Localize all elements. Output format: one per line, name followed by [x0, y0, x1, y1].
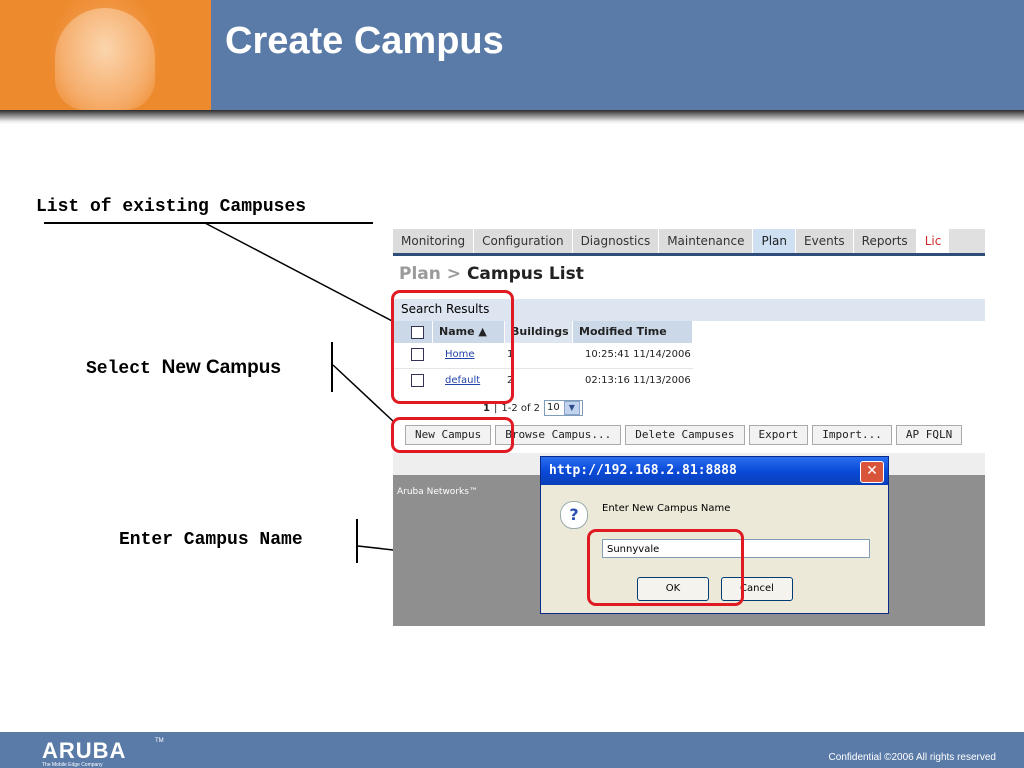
callout-line-new-campus — [332, 364, 395, 423]
confidential-notice: Confidential ©2006 All rights reserved — [828, 752, 996, 763]
current-page[interactable]: 1 — [483, 403, 490, 414]
aruba-logo: ARUBA — [42, 738, 127, 763]
tab-diagnostics[interactable]: Diagnostics — [572, 229, 660, 253]
header-buildings[interactable]: Buildings — [505, 321, 573, 343]
buildings-count: 2 — [507, 375, 514, 386]
browse-campus-button[interactable]: Browse Campus... — [495, 425, 622, 445]
import-button[interactable]: Import... — [812, 425, 892, 445]
annotation-bracket-select — [331, 342, 333, 392]
page-title: Campus List — [466, 264, 584, 284]
question-icon: ? — [560, 501, 588, 529]
annotation-select: Select New Campus — [86, 357, 281, 379]
face-shape — [55, 8, 155, 110]
logo-tagline: The Mobile Edge Company — [42, 762, 103, 768]
tab-licensing[interactable]: Lic — [916, 229, 950, 253]
tab-plan[interactable]: Plan — [753, 229, 797, 253]
dialog-prompt: Enter New Campus Name — [602, 503, 731, 514]
logo-trademark: TM — [155, 738, 164, 744]
chevron-down-icon[interactable]: ▼ — [563, 401, 580, 415]
annotation-select-target: New Campus — [161, 357, 281, 378]
nav-tabs: Monitoring Configuration Diagnostics Mai… — [393, 229, 985, 253]
header-modified-time[interactable]: Modified Time — [573, 321, 693, 343]
modified-time: 10:25:41 11/14/2006 — [585, 349, 691, 360]
annotation-select-prefix: Select — [86, 359, 151, 379]
breadcrumb: Plan > Campus List — [399, 264, 584, 284]
header-face-image — [0, 0, 211, 110]
breadcrumb-parent[interactable]: Plan > — [399, 264, 461, 284]
delete-campuses-button[interactable]: Delete Campuses — [625, 425, 745, 445]
tab-reports[interactable]: Reports — [853, 229, 917, 253]
dialog-titlebar[interactable]: http://192.168.2.81:8888 ✕ — [541, 457, 888, 485]
buildings-count: 1 — [507, 349, 514, 360]
annotation-bracket-enter — [356, 519, 358, 563]
tab-maintenance[interactable]: Maintenance — [659, 229, 754, 253]
highlight-search-results — [391, 290, 514, 404]
highlight-new-campus — [391, 417, 514, 453]
annotation-underline — [44, 222, 373, 224]
callout-line-list — [204, 222, 397, 324]
close-icon[interactable]: ✕ — [860, 461, 884, 483]
per-page-value: 10 — [547, 402, 560, 413]
slide-header: Create Campus — [0, 0, 1024, 110]
tab-configuration[interactable]: Configuration — [474, 229, 573, 253]
tab-monitoring[interactable]: Monitoring — [393, 229, 475, 253]
header-shadow — [0, 110, 1024, 124]
dialog-title: http://192.168.2.81:8888 — [549, 463, 737, 478]
page-range: 1-2 of 2 — [501, 402, 541, 414]
annotation-enter-name: Enter Campus Name — [119, 530, 303, 550]
tab-underline — [393, 253, 985, 256]
modified-time: 02:13:16 11/13/2006 — [585, 375, 691, 386]
app-footer-text: Aruba Networks™ — [397, 487, 478, 497]
ap-fqln-button[interactable]: AP FQLN — [895, 425, 963, 445]
slide-title: Create Campus — [225, 20, 504, 62]
pager-separator: | — [493, 402, 498, 414]
annotation-list-existing: List of existing Campuses — [36, 197, 307, 217]
per-page-select[interactable]: 10 ▼ — [544, 400, 583, 416]
export-button[interactable]: Export — [748, 425, 809, 445]
tab-events[interactable]: Events — [796, 229, 854, 253]
highlight-name-entry — [587, 529, 744, 606]
